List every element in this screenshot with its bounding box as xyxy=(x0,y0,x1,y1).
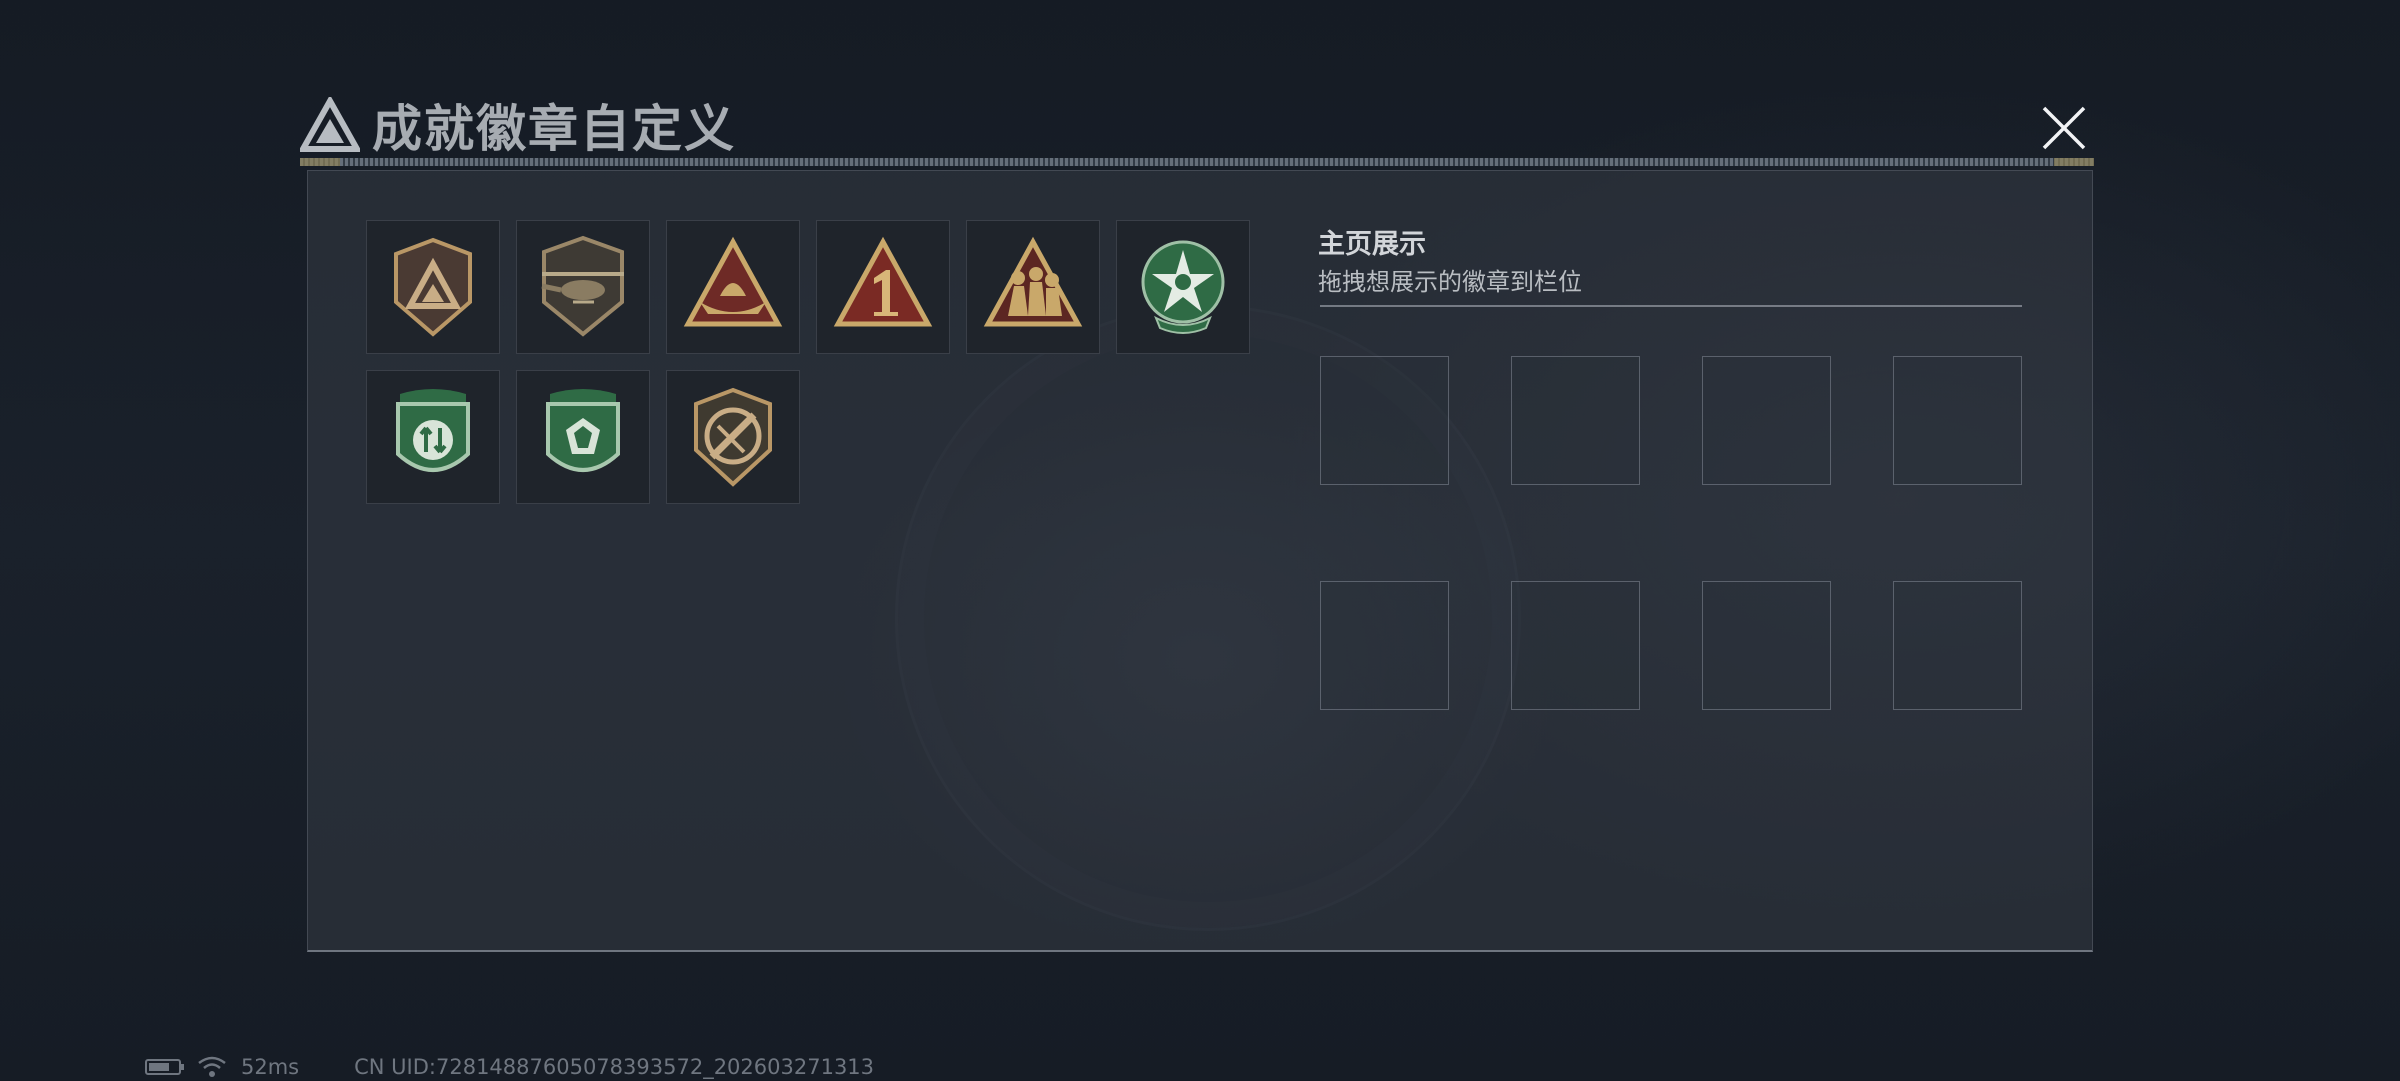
display-slot[interactable] xyxy=(1893,581,2022,710)
title-divider xyxy=(300,158,2094,166)
wifi-icon xyxy=(198,1056,226,1077)
battery-icon xyxy=(145,1059,184,1075)
badge-slot[interactable] xyxy=(366,220,500,354)
badge-slot[interactable] xyxy=(516,220,650,354)
dialog-title: 成就徽章自定义 xyxy=(372,100,736,158)
status-bar: 52ms CN UID:728148876050783935​72_202603… xyxy=(145,1053,874,1081)
showcase-subtitle: 拖拽想展示的徽章到栏位 xyxy=(1318,268,1582,296)
ping-text: 52ms xyxy=(241,1055,300,1079)
showcase-title: 主页展示 xyxy=(1318,229,1426,260)
number-one-triangle-badge-icon xyxy=(833,236,933,327)
display-slot-grid xyxy=(1320,356,2022,710)
display-slot[interactable] xyxy=(1320,356,1449,485)
display-slot[interactable] xyxy=(1320,581,1449,710)
display-slot[interactable] xyxy=(1702,581,1831,710)
uid-text: CN UID:728148876050783935​72_20260327131… xyxy=(354,1055,875,1079)
badge-slot[interactable] xyxy=(1116,220,1250,354)
display-slot[interactable] xyxy=(1893,356,2022,485)
badge-slot[interactable] xyxy=(516,370,650,504)
display-slot[interactable] xyxy=(1511,356,1640,485)
badge-slot[interactable] xyxy=(366,370,500,504)
badge-slot[interactable] xyxy=(966,220,1100,354)
triangle-logo-icon xyxy=(300,97,360,152)
display-slot[interactable] xyxy=(1511,581,1640,710)
close-button[interactable] xyxy=(2034,98,2094,158)
boat-triangle-badge-icon xyxy=(683,236,783,327)
triangle-shield-badge-icon xyxy=(394,237,472,337)
green-shield-arrows-badge-icon xyxy=(396,389,470,472)
dialog-header: 成就徽章自定义 xyxy=(300,90,736,160)
display-slot[interactable] xyxy=(1702,356,1831,485)
green-star-medal-badge-icon xyxy=(1141,240,1225,334)
knife-shield-badge-icon xyxy=(694,387,772,487)
badge-slot[interactable] xyxy=(666,220,800,354)
green-shield-gem-badge-icon xyxy=(546,389,620,472)
showcase-divider xyxy=(1320,305,2022,307)
helicopter-badge-icon xyxy=(541,235,624,337)
badge-slot[interactable] xyxy=(816,220,950,354)
soldiers-triangle-badge-icon xyxy=(983,236,1083,327)
badge-inventory xyxy=(366,220,1266,504)
badge-slot[interactable] xyxy=(666,370,800,504)
close-icon xyxy=(2042,106,2086,150)
